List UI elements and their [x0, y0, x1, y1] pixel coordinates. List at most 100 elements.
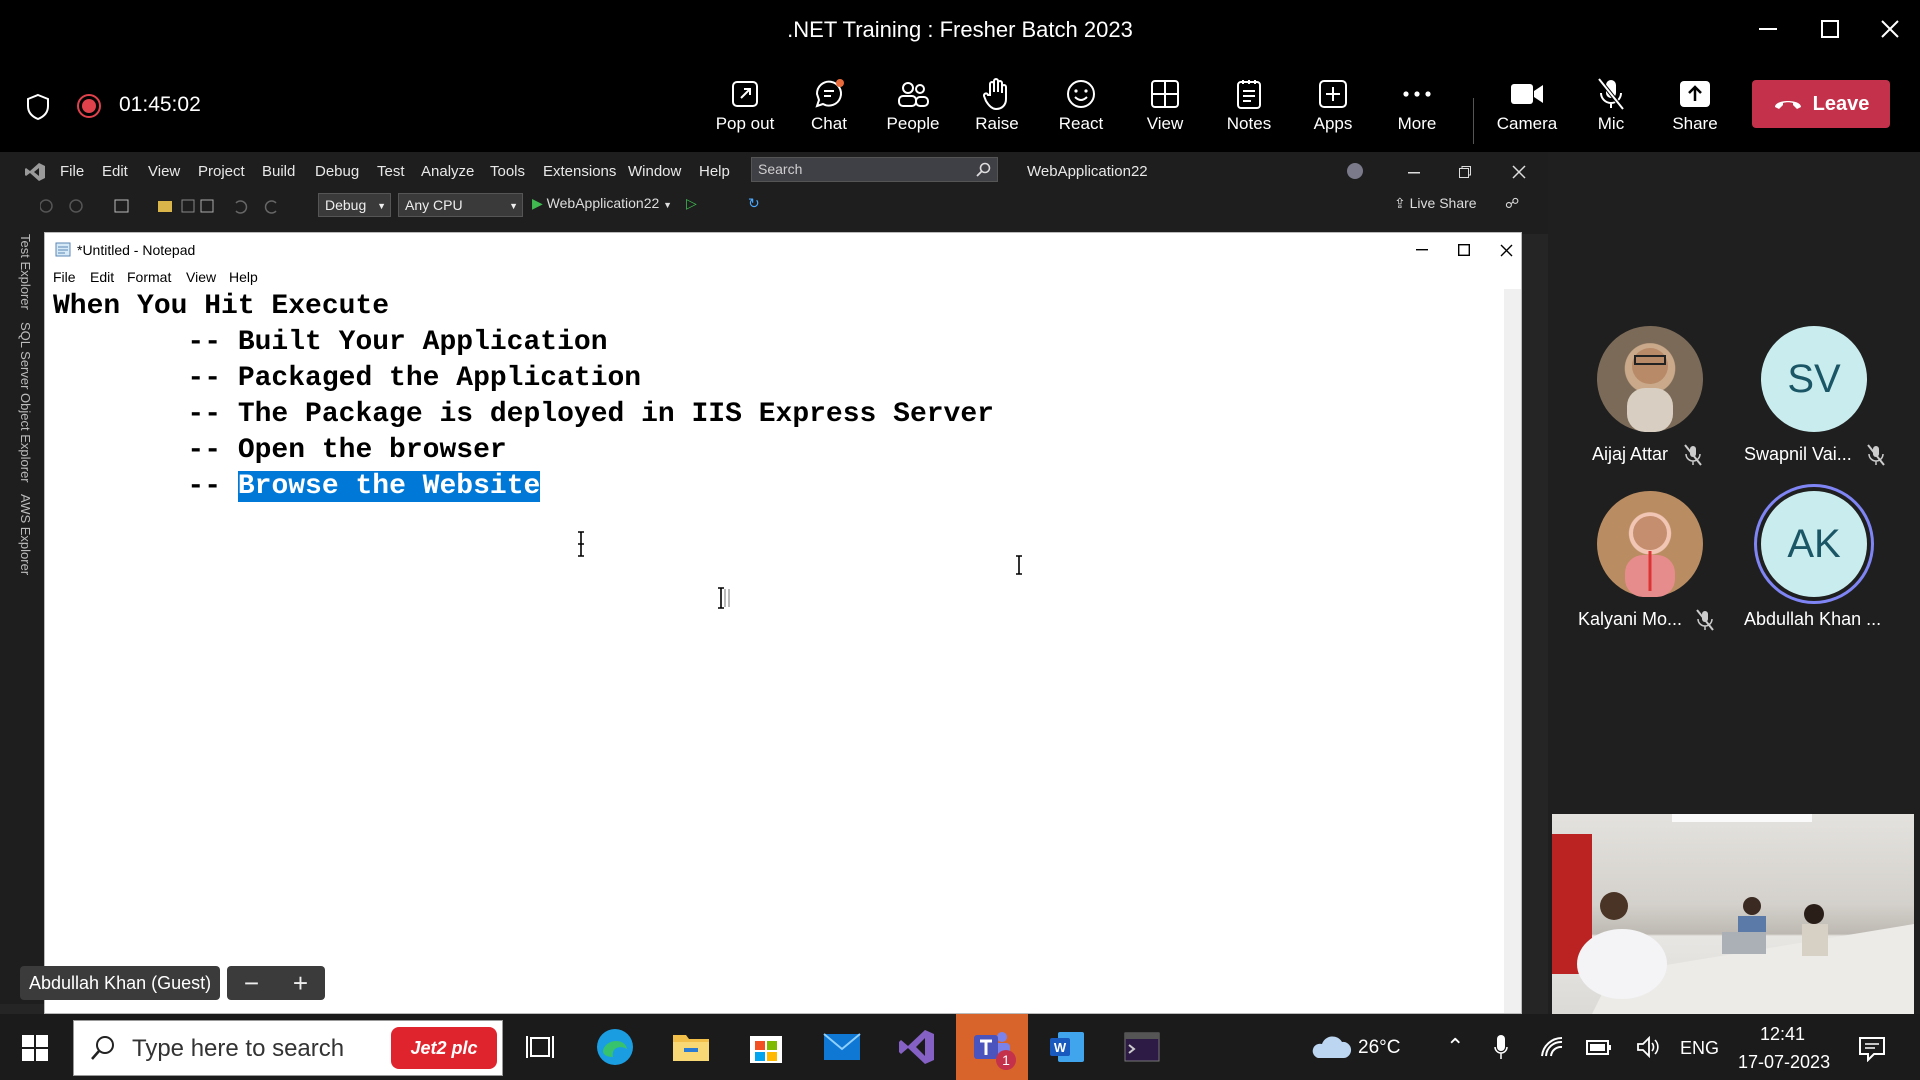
windows-start-icon[interactable]	[22, 1035, 48, 1061]
pop-out-button[interactable]: Pop out	[702, 74, 788, 146]
np-menu-edit[interactable]: Edit	[90, 269, 114, 285]
window-title: .NET Training : Fresher Batch 2023	[787, 17, 1133, 42]
live-share-button[interactable]: ⇪ Live Share	[1394, 195, 1477, 212]
avatar[interactable]: AK	[1761, 491, 1867, 597]
search-promo-badge[interactable]: Jet2 plc	[391, 1027, 497, 1069]
chevron-up-icon[interactable]: ⌃	[1446, 1034, 1464, 1060]
config-dropdown[interactable]: Debug ▼	[318, 193, 391, 217]
clock-time[interactable]: 12:41	[1760, 1024, 1805, 1045]
zoom-out-icon[interactable]: −	[244, 968, 259, 999]
vs-menu-debug[interactable]: Debug	[315, 163, 359, 180]
tab-aws-explorer[interactable]: AWS Explorer	[18, 494, 33, 575]
volume-icon[interactable]	[1636, 1036, 1660, 1058]
toolbar-icons[interactable]	[39, 197, 310, 215]
np-menu-help[interactable]: Help	[229, 269, 258, 285]
vs-menu-edit[interactable]: Edit	[102, 163, 128, 180]
edge-app-button[interactable]	[590, 1022, 640, 1072]
play-outline-icon: ▷	[686, 195, 697, 211]
avatar[interactable]: SV	[1761, 326, 1867, 432]
avatar[interactable]	[1597, 491, 1703, 597]
notepad-text-area[interactable]: When You Hit Execute -- Built Your Appli…	[53, 289, 1493, 505]
close-icon	[1500, 244, 1512, 256]
notepad-close-button[interactable]	[1491, 239, 1521, 261]
cloud-icon	[1312, 1036, 1352, 1058]
tab-sql-server-object-explorer[interactable]: SQL Server Object Explorer	[18, 322, 33, 483]
teams-app-button[interactable]: 1	[956, 1014, 1028, 1080]
vs-minimize-icon[interactable]	[1408, 172, 1420, 174]
mic-off-icon	[1696, 609, 1714, 631]
vs-menu-analyze[interactable]: Analyze	[421, 163, 474, 180]
camera-button[interactable]: Camera	[1484, 74, 1570, 146]
np-menu-file[interactable]: File	[53, 269, 76, 285]
notepad-maximize-button[interactable]	[1449, 239, 1479, 261]
vs-menu-view[interactable]: View	[148, 163, 180, 180]
zoom-in-icon[interactable]: +	[293, 968, 308, 999]
vs-menu-project[interactable]: Project	[198, 163, 245, 180]
clock-date[interactable]: 17-07-2023	[1738, 1052, 1830, 1073]
vs-standard-toolbar	[39, 197, 310, 215]
vs-menu-window[interactable]: Window	[628, 163, 681, 180]
battery-icon[interactable]	[1586, 1038, 1612, 1056]
word-app-button[interactable]: W	[1042, 1022, 1092, 1072]
raise-hand-button[interactable]: Raise	[954, 74, 1040, 146]
vs-menu-tools[interactable]: Tools	[490, 163, 525, 180]
refresh-button[interactable]: ↻	[748, 195, 760, 212]
chat-button[interactable]: Chat	[786, 74, 872, 146]
run-button[interactable]: ▶ WebApplication22 ▼	[532, 195, 672, 212]
avatar[interactable]	[1597, 326, 1703, 432]
ellipsis-icon	[1403, 91, 1431, 97]
react-label: React	[1058, 114, 1104, 133]
minimize-button[interactable]	[1748, 12, 1788, 46]
apps-button[interactable]: Apps	[1290, 74, 1376, 146]
visual-studio-icon	[899, 1030, 934, 1064]
taskbar-search-box[interactable]: Type here to search Jet2 plc	[73, 1020, 503, 1076]
notes-button[interactable]: Notes	[1206, 74, 1292, 146]
zoom-controls[interactable]: − +	[227, 966, 325, 1000]
feedback-button[interactable]: ☍	[1505, 195, 1519, 212]
notepad-minimize-button[interactable]	[1407, 239, 1437, 261]
room-video-feed[interactable]	[1552, 814, 1914, 1014]
recording-icon	[77, 94, 101, 118]
vs-search-box[interactable]: Search	[751, 157, 998, 182]
vs-menu-extensions[interactable]: Extensions	[543, 163, 616, 180]
vs-menu-build[interactable]: Build	[262, 163, 295, 180]
leave-button[interactable]: Leave	[1752, 80, 1890, 128]
close-button[interactable]	[1870, 12, 1910, 46]
notepad-scrollbar[interactable]	[1504, 289, 1521, 1013]
tab-test-explorer[interactable]: Test Explorer	[18, 234, 33, 310]
view-button[interactable]: View	[1122, 74, 1208, 146]
share-button[interactable]: Share	[1652, 74, 1738, 146]
np-menu-view[interactable]: View	[186, 269, 216, 285]
np-menu-format[interactable]: Format	[127, 269, 171, 285]
wifi-icon[interactable]	[1540, 1036, 1564, 1058]
vs-restore-icon[interactable]	[1459, 166, 1471, 178]
notifications-icon[interactable]	[1858, 1036, 1886, 1062]
weather-temperature[interactable]: 26°C	[1358, 1037, 1400, 1059]
language-indicator[interactable]: ENG	[1680, 1038, 1719, 1059]
start-without-debug-button[interactable]: ▷	[686, 195, 697, 212]
view-label: View	[1146, 114, 1184, 133]
visual-studio-app-button[interactable]	[892, 1022, 942, 1072]
vs-close-icon[interactable]	[1512, 165, 1526, 179]
text-line: -- Packaged the Application	[53, 363, 642, 394]
terminal-app-button[interactable]	[1117, 1022, 1167, 1072]
people-button[interactable]: People	[870, 74, 956, 146]
platform-dropdown[interactable]: Any CPU ▼	[398, 193, 523, 217]
mic-button[interactable]: Mic	[1568, 74, 1654, 146]
mic-off-icon	[1867, 444, 1885, 466]
microphone-icon[interactable]	[1494, 1034, 1508, 1060]
account-icon[interactable]	[1344, 161, 1366, 181]
vs-menu-file[interactable]: File	[60, 163, 84, 180]
store-app-button[interactable]	[741, 1022, 791, 1072]
text-line: -- The Package is deployed in IIS Expres…	[53, 399, 994, 430]
more-button[interactable]: More	[1374, 74, 1460, 146]
vs-menu-help[interactable]: Help	[699, 163, 730, 180]
feedback-icon: ☍	[1505, 195, 1520, 211]
vs-menu-test[interactable]: Test	[377, 163, 405, 180]
task-view-button[interactable]	[515, 1022, 565, 1072]
notepad-icon	[55, 242, 71, 257]
maximize-button[interactable]	[1810, 12, 1850, 46]
react-button[interactable]: React	[1038, 74, 1124, 146]
file-explorer-button[interactable]	[666, 1022, 716, 1072]
mail-app-button[interactable]	[817, 1022, 867, 1072]
